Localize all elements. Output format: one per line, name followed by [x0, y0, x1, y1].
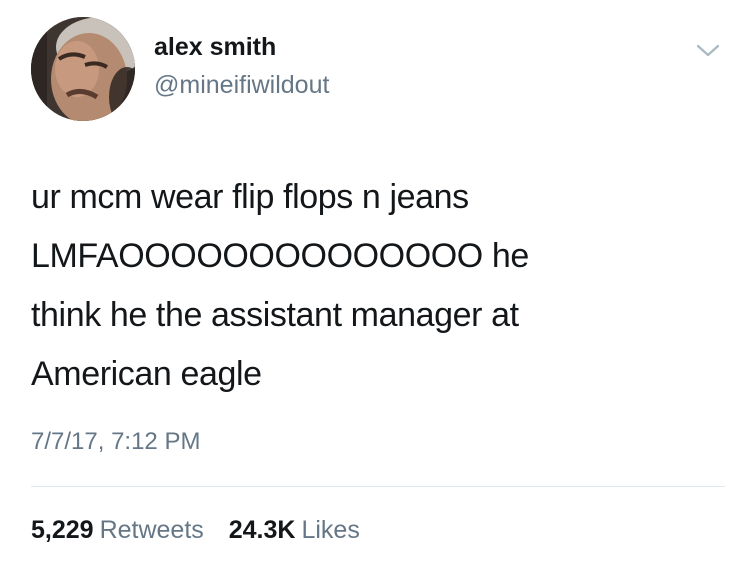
retweets-stat[interactable]: 5,229 Retweets — [31, 514, 204, 546]
retweets-count: 5,229 — [31, 516, 94, 544]
avatar[interactable] — [31, 17, 135, 121]
likes-label: Likes — [301, 516, 360, 544]
tweet-stats: 5,229 Retweets 24.3K Likes — [31, 514, 378, 546]
tweet-text-line: ur mcm wear flip flops n jeans — [31, 178, 469, 216]
user-handle[interactable]: @mineifiwildout — [154, 70, 329, 100]
tweet-timestamp[interactable]: 7/7/17, 7:12 PM — [31, 427, 200, 457]
likes-count: 24.3K — [228, 516, 296, 544]
tweet-text-line: think he the assistant manager at — [31, 296, 519, 334]
chevron-down-icon[interactable] — [694, 40, 722, 62]
avatar-image — [31, 17, 135, 121]
tweet-text-line: American eagle — [31, 355, 262, 393]
tweet-card: alex smith @mineifiwildout ur mcm wear f… — [0, 0, 735, 568]
retweets-label: Retweets — [99, 516, 204, 544]
tweet-text: ur mcm wear flip flops n jeans LMFAOOOOO… — [31, 168, 711, 404]
likes-stat[interactable]: 24.3K Likes — [229, 514, 360, 546]
tweet-text-line: LMFAOOOOOOOOOOOOOO he — [31, 237, 529, 275]
display-name[interactable]: alex smith — [154, 32, 276, 62]
divider — [31, 486, 725, 487]
